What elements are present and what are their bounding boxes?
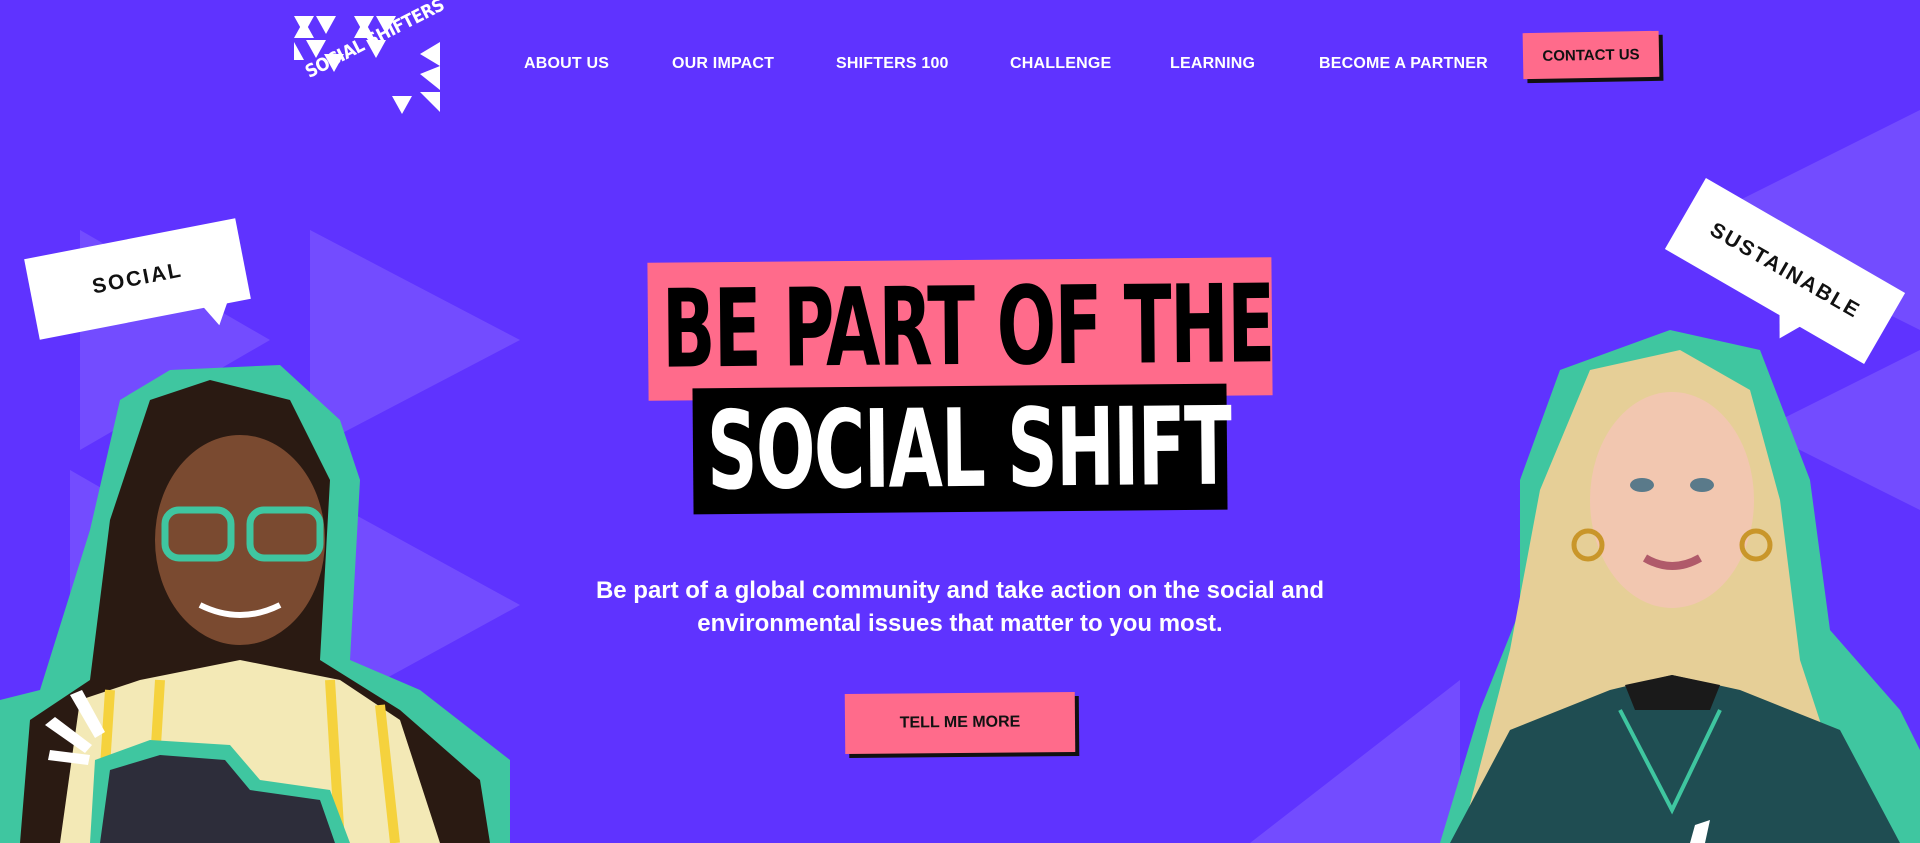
- person-photo-right: [1440, 330, 1920, 843]
- headline-line-2: SOCIAL SHIFT: [706, 384, 1231, 515]
- person-photo-left: [0, 365, 510, 843]
- hero-subtitle-line-2: environmental issues that matter to you …: [697, 610, 1223, 637]
- headline-line-1-highlight: BE PART OF THE: [647, 257, 1275, 401]
- headline-line-1: BE PART OF THE: [661, 262, 1275, 393]
- speech-bubble-social-text: SOCIAL: [90, 258, 185, 299]
- headline-line-2-highlight: SOCIAL SHIFT: [692, 383, 1231, 515]
- nav-become-a-partner[interactable]: BECOME A PARTNER: [1319, 55, 1488, 73]
- nav-our-impact[interactable]: OUR IMPACT: [672, 55, 774, 73]
- nav-learning[interactable]: LEARNING: [1170, 55, 1255, 73]
- nav-about-us[interactable]: ABOUT US: [524, 55, 609, 73]
- site-header: SOCIAL SHIFTERS ABOUT US OUR IMPACT SHIF…: [0, 0, 1920, 130]
- hero-subtitle-line-1: Be part of a global community and take a…: [595, 577, 1325, 604]
- tell-me-more-button[interactable]: TELL ME MORE: [844, 691, 1076, 755]
- hero-subtitle: Be part of a global community and take a…: [560, 574, 1360, 640]
- nav-challenge[interactable]: CHALLENGE: [1010, 55, 1111, 73]
- contact-us-button[interactable]: CONTACT US: [1522, 30, 1660, 80]
- nav-shifters-100[interactable]: SHIFTERS 100: [836, 55, 949, 73]
